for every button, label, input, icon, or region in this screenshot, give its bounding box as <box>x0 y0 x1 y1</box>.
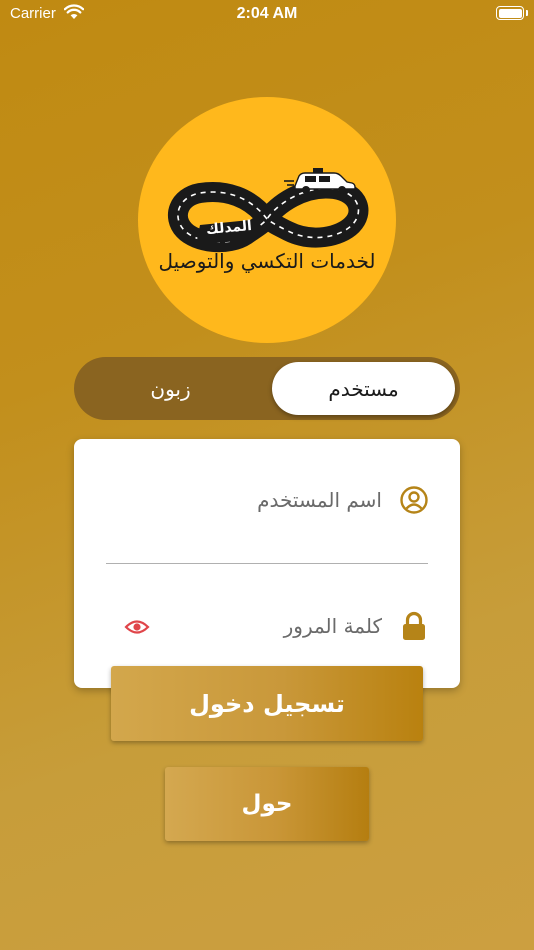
segment-customer[interactable]: زبون <box>79 362 262 415</box>
clock: 2:04 AM <box>236 5 298 22</box>
infinity-road-logo <box>168 168 369 253</box>
logo-tagline: لخدمات التكسي والتوصيل <box>158 249 376 273</box>
field-divider <box>106 563 428 564</box>
about-button[interactable]: حول <box>165 767 369 841</box>
login-button[interactable]: تسجيل دخول <box>111 666 423 741</box>
user-circle-icon <box>400 486 428 514</box>
lock-icon <box>403 611 425 640</box>
status-bar: Carrier 2:04 AM <box>0 0 534 30</box>
app-logo: المدلك لخدمات التكسي والتوصيل <box>138 97 396 343</box>
eye-icon[interactable] <box>124 617 150 637</box>
battery-tip <box>526 10 528 16</box>
user-type-segmented-control: زبون مستخدم <box>74 357 460 420</box>
username-input[interactable] <box>174 483 382 517</box>
battery-icon <box>496 6 524 20</box>
login-card <box>74 439 460 688</box>
password-input[interactable] <box>174 609 382 643</box>
segment-user[interactable]: مستخدم <box>272 362 455 415</box>
